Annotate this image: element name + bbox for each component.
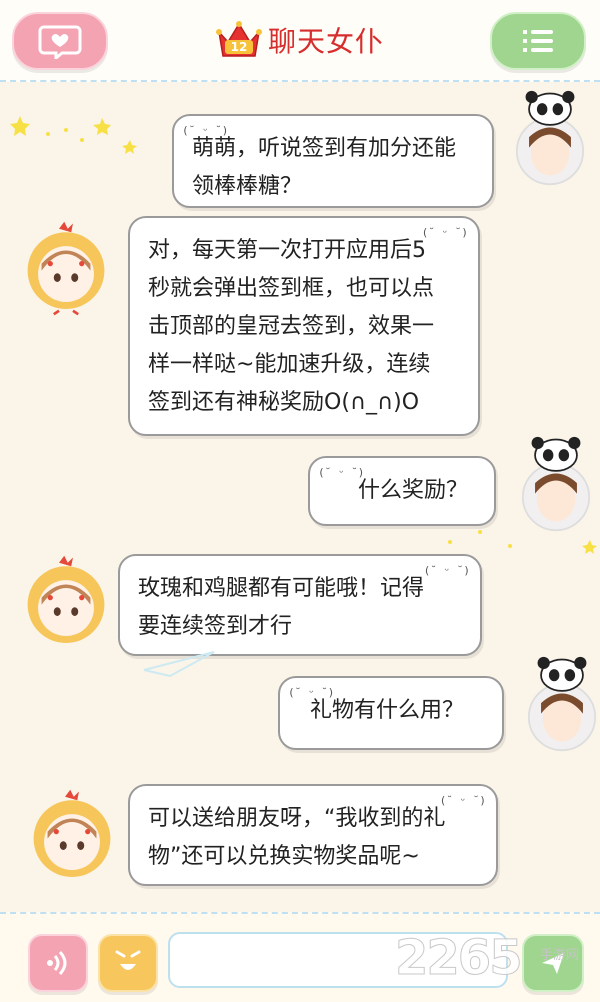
message-text: 可以送给朋友呀，“我收到的礼 物”还可以兑换实物奖品呢~ (148, 806, 446, 869)
kaomoji-decoration-icon: (˘ ᵕ ˘) (288, 686, 335, 699)
maid-chick-avatar[interactable] (18, 220, 114, 316)
emoji-button[interactable] (98, 934, 158, 992)
chat-bubble-user: (˘ ᵕ ˘) 萌萌，听说签到有加分还能 领棒棒糖？ (172, 114, 494, 208)
smiley-face-icon (115, 950, 141, 970)
chat-bubble-maid: (˘ ᵕ ˘) 可以送给朋友呀，“我收到的礼 物”还可以兑换实物奖品呢~ (128, 784, 498, 886)
kaomoji-decoration-icon: (˘ ᵕ ˘) (421, 226, 468, 239)
page-title: 聊天女仆 (267, 25, 384, 58)
kaomoji-decoration-icon: (˘ ᵕ ˘) (423, 564, 470, 577)
kaomoji-decoration-icon: (˘ ᵕ ˘) (439, 794, 486, 807)
chat-bubble-user: (˘ ᵕ ˘) 什么奖励？ (308, 456, 496, 526)
menu-button[interactable] (490, 12, 586, 70)
chat-bubble-maid: (˘ ᵕ ˘) 对，每天第一次打开应用后5 秒就会弹出签到框，也可以点 击顶部的… (128, 216, 480, 436)
voice-button[interactable] (28, 934, 88, 992)
chat-heart-button[interactable] (12, 12, 108, 70)
user-panda-avatar[interactable] (514, 656, 600, 752)
user-panda-avatar[interactable] (502, 90, 598, 186)
maid-chick-avatar[interactable] (18, 554, 114, 650)
chat-area[interactable]: (˘ ᵕ ˘) 萌萌，听说签到有加分还能 领棒棒糖？ (˘ ᵕ ˘) 对，每天第… (0, 82, 600, 910)
heart-chat-icon (38, 25, 82, 59)
paper-plane-decoration-icon (143, 651, 215, 678)
message-text: 对，每天第一次打开应用后5 秒就会弹出签到框，也可以点 击顶部的皇冠去签到，效果… (148, 238, 435, 415)
crown-checkin-button[interactable]: 12 (215, 20, 262, 60)
watermark-subtitle: 手游网 (540, 948, 580, 963)
user-panda-avatar[interactable] (508, 436, 600, 532)
message-text: 萌萌，听说签到有加分还能 领棒棒糖？ (192, 136, 457, 199)
maid-chick-avatar[interactable] (24, 788, 120, 884)
send-button[interactable] (522, 934, 584, 992)
crown-level: 12 (230, 40, 248, 54)
chat-bubble-user: (˘ ᵕ ˘) 礼物有什么用？ (278, 676, 504, 750)
menu-list-icon (523, 30, 553, 52)
top-bar: 12 聊天女仆 (0, 0, 600, 82)
chat-bubble-maid: (˘ ᵕ ˘) 玫瑰和鸡腿都有可能哦！记得 要连续签到才行 (118, 554, 482, 656)
sound-wave-icon (47, 950, 67, 976)
kaomoji-decoration-icon: (˘ ᵕ ˘) (318, 466, 365, 479)
message-text: 什么奖励？ (358, 478, 469, 503)
message-text: 玫瑰和鸡腿都有可能哦！记得 要连续签到才行 (138, 576, 425, 639)
watermark-logo: 2265 (395, 930, 524, 987)
star-decoration-icon (10, 116, 137, 154)
kaomoji-decoration-icon: (˘ ᵕ ˘) (182, 124, 229, 137)
